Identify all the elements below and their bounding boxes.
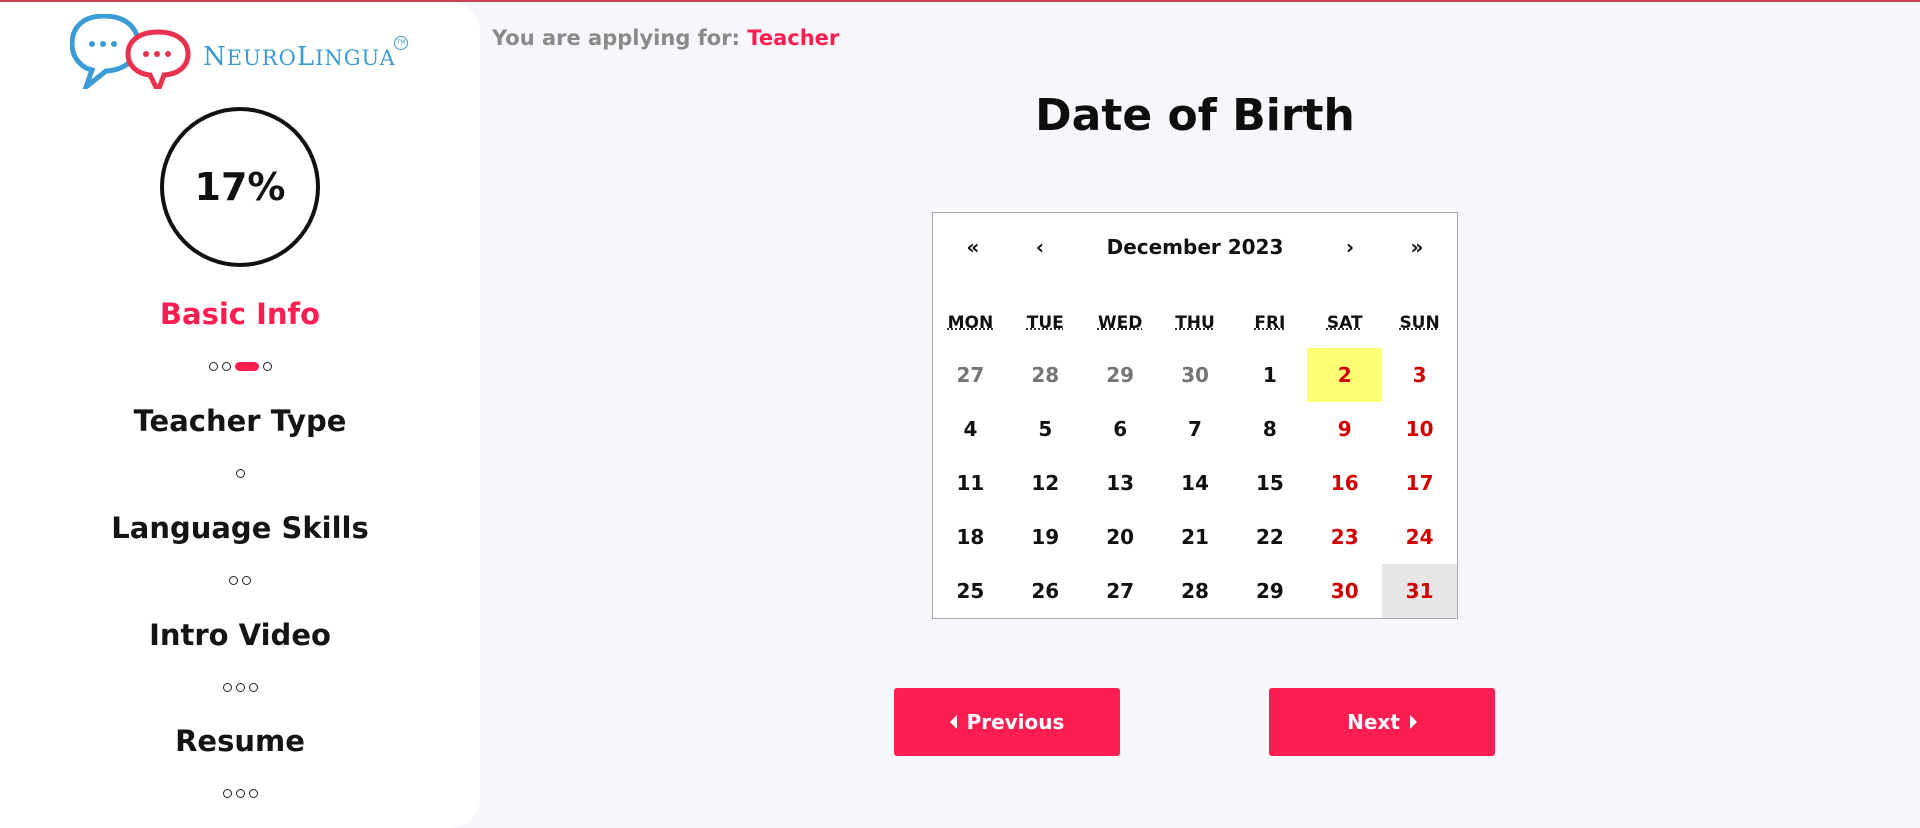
calendar-day[interactable]: 26	[1008, 564, 1083, 618]
calendar-day[interactable]: 30	[1307, 564, 1382, 618]
step-dot	[235, 683, 245, 692]
calendar-day[interactable]: 16	[1307, 456, 1382, 510]
next-month-button[interactable]: ›	[1325, 227, 1375, 267]
calendar-day[interactable]: 29	[1232, 564, 1307, 618]
calendar-day[interactable]: 25	[933, 564, 1008, 618]
step-dot	[262, 362, 272, 371]
weekday-sun: SUN	[1399, 313, 1440, 333]
step-dot	[208, 362, 218, 371]
date-picker-calendar: « ‹ December 2023 › » MON TUE WED THU FRI SAT…	[932, 212, 1458, 619]
calendar-day[interactable]: 11	[933, 456, 1008, 510]
calendar-day[interactable]: 14	[1158, 456, 1233, 510]
step-basic-info[interactable]: Basic Info	[0, 297, 480, 331]
calendar-day[interactable]: 21	[1158, 510, 1233, 564]
trademark-badge: TM	[394, 36, 408, 50]
applying-prefix: You are applying for:	[492, 26, 740, 50]
calendar-day[interactable]: 24	[1382, 510, 1457, 564]
weekday-tue: TUE	[1026, 313, 1064, 333]
step-dot-current	[234, 362, 259, 371]
calendar-day[interactable]: 3	[1382, 348, 1457, 402]
step-dot	[235, 789, 245, 798]
calendar-day[interactable]: 4	[933, 402, 1008, 456]
step-language-skills-dots	[0, 576, 480, 585]
weekday-thu: THU	[1175, 313, 1215, 333]
calendar-day[interactable]: 12	[1008, 456, 1083, 510]
calendar-day[interactable]: 27	[933, 348, 1008, 402]
calendar-day[interactable]: 8	[1232, 402, 1307, 456]
applying-role: Teacher	[747, 26, 840, 50]
step-dot	[242, 576, 251, 585]
calendar-day[interactable]: 9	[1307, 402, 1382, 456]
calendar-day[interactable]: 19	[1008, 510, 1083, 564]
previous-button[interactable]: Previous	[894, 688, 1120, 756]
calendar-day[interactable]: 31	[1382, 564, 1458, 618]
days-grid: 27 28 29 30 1 2 3 4 5 6 7 8 9 10 11 12 13 14 15 16 17 18 19 20 2…	[933, 348, 1458, 618]
prev-year-button[interactable]: «	[948, 227, 998, 267]
calendar-day[interactable]: 15	[1232, 456, 1307, 510]
weekday-sat: SAT	[1326, 313, 1363, 333]
chat-bubbles-logo-icon	[70, 14, 191, 89]
prev-month-button[interactable]: ‹	[1015, 227, 1065, 267]
step-dot	[235, 469, 245, 478]
weekday-header-row: MON TUE WED THU FRI SAT SUN	[933, 313, 1457, 333]
calendar-day[interactable]: 18	[933, 510, 1008, 564]
calendar-day[interactable]: 7	[1158, 402, 1233, 456]
calendar-day[interactable]: 6	[1083, 402, 1158, 456]
progress-indicator: 17%	[160, 107, 320, 267]
calendar-navigation: « ‹ December 2023 › »	[933, 213, 1457, 279]
calendar-day[interactable]: 30	[1158, 348, 1233, 402]
step-resume[interactable]: Resume	[0, 724, 480, 758]
previous-button-label: Previous	[966, 710, 1065, 734]
step-language-skills[interactable]: Language Skills	[0, 511, 480, 545]
next-button-label: Next	[1347, 710, 1400, 734]
step-dot	[248, 789, 258, 798]
next-year-button[interactable]: »	[1392, 227, 1442, 267]
step-dot	[222, 683, 232, 692]
step-intro-video[interactable]: Intro Video	[0, 618, 480, 652]
calendar-day[interactable]: 2	[1307, 348, 1383, 402]
weekday-fri: FRI	[1254, 313, 1286, 333]
calendar-day[interactable]: 27	[1083, 564, 1158, 618]
step-dot	[222, 789, 232, 798]
step-dot	[221, 362, 231, 371]
calendar-day[interactable]: 13	[1083, 456, 1158, 510]
caret-left-icon	[949, 715, 957, 729]
calendar-day[interactable]: 5	[1008, 402, 1083, 456]
calendar-day[interactable]: 28	[1158, 564, 1233, 618]
calendar-day[interactable]: 20	[1083, 510, 1158, 564]
month-year-label[interactable]: December 2023	[1083, 227, 1307, 267]
calendar-day[interactable]: 22	[1232, 510, 1307, 564]
step-intro-video-dots	[0, 683, 480, 692]
calendar-day[interactable]: 28	[1008, 348, 1083, 402]
sidebar: NEUROLINGUA TM 17% Basic Info Teacher Ty…	[0, 2, 480, 828]
calendar-day[interactable]: 1	[1232, 348, 1307, 402]
calendar-day[interactable]: 23	[1307, 510, 1382, 564]
applying-for-text: You are applying for: Teacher	[492, 26, 839, 50]
calendar-day[interactable]: 17	[1382, 456, 1457, 510]
weekday-mon: MON	[947, 313, 994, 333]
step-dot	[248, 683, 258, 692]
logo: NEUROLINGUA TM	[70, 14, 415, 89]
calendar-day[interactable]: 10	[1382, 402, 1457, 456]
next-button[interactable]: Next	[1269, 688, 1495, 756]
step-teacher-type[interactable]: Teacher Type	[0, 404, 480, 438]
calendar-day[interactable]: 29	[1083, 348, 1158, 402]
step-teacher-type-dots	[0, 469, 480, 478]
weekday-wed: WED	[1097, 313, 1143, 333]
step-basic-info-dots	[0, 362, 480, 371]
step-dot	[229, 576, 238, 585]
caret-right-icon	[1409, 715, 1417, 729]
page-title: Date of Birth	[1035, 90, 1355, 141]
step-resume-dots	[0, 789, 480, 798]
logo-wordmark: NEUROLINGUA	[203, 42, 396, 72]
